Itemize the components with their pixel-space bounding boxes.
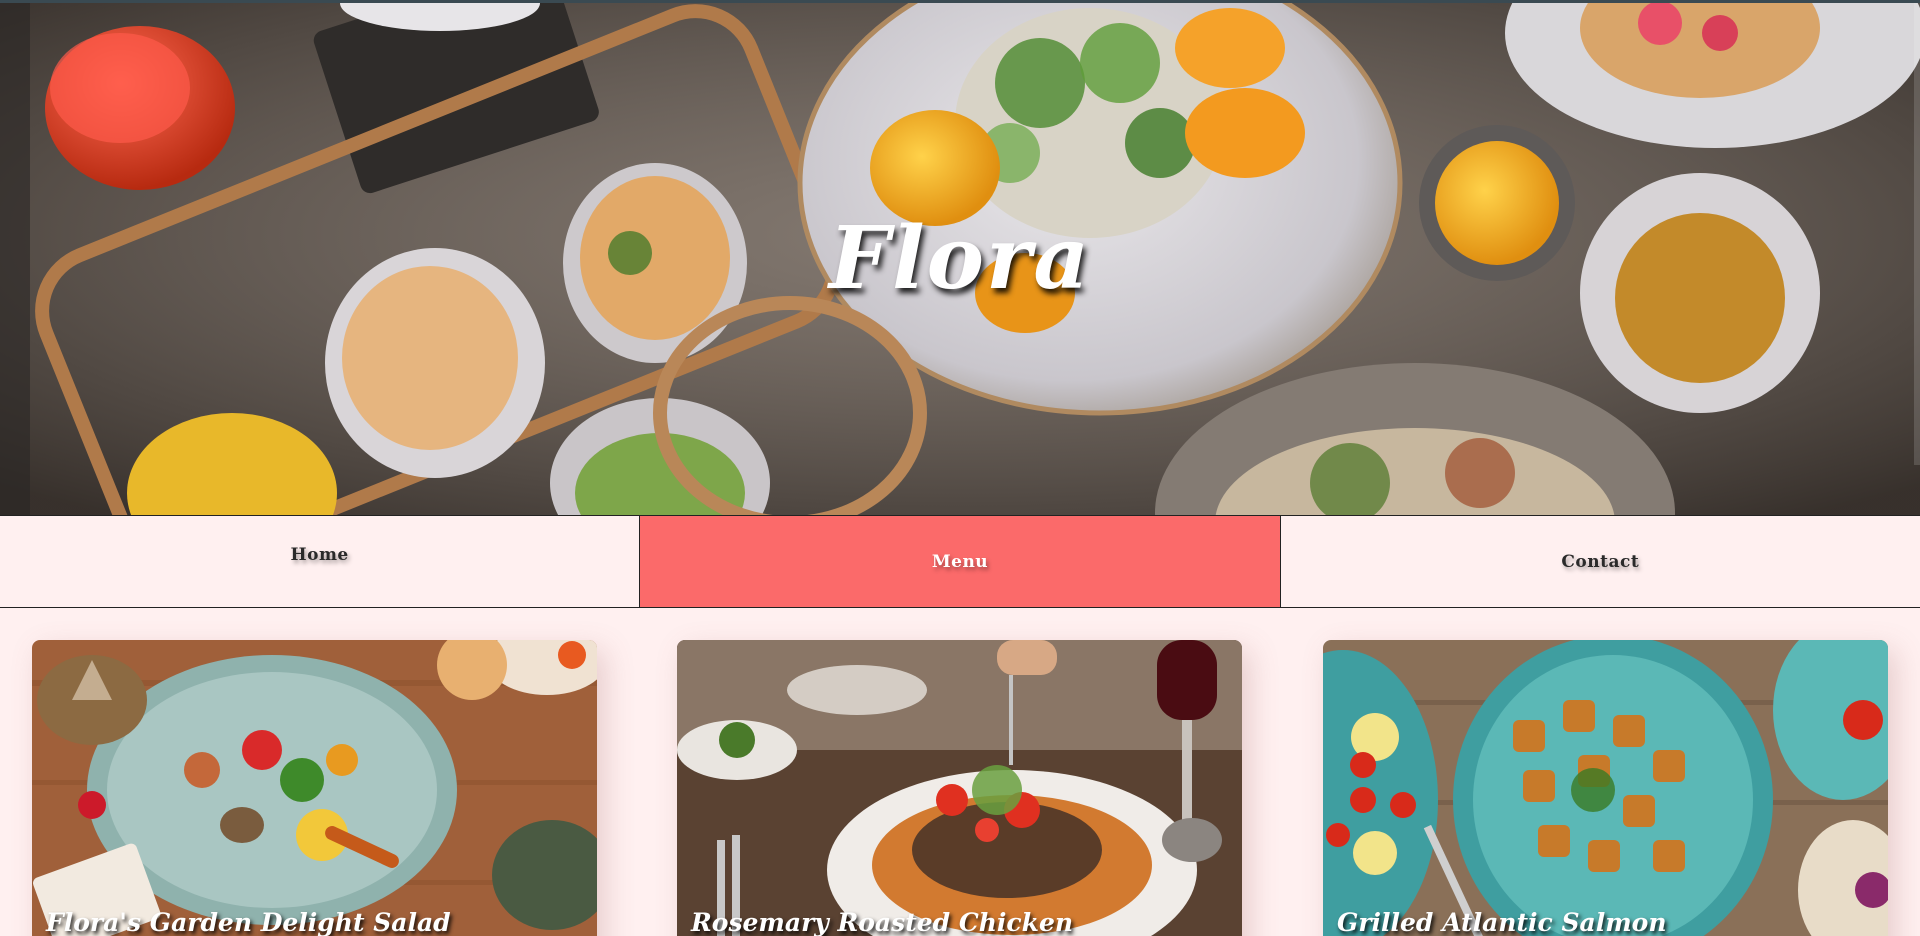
menu-cards: Flora's Garden Delight Salad Rosemary Ro… xyxy=(0,640,1920,936)
card-title: Flora's Garden Delight Salad xyxy=(46,908,451,936)
dish-image xyxy=(32,640,597,936)
dish-image xyxy=(677,640,1242,936)
page: Flora Home Menu Contact Flora's Garden D… xyxy=(0,0,1920,936)
main-nav: Home Menu Contact xyxy=(0,515,1920,608)
nav-item-menu[interactable]: Menu xyxy=(639,516,1280,607)
hero-banner: Flora xyxy=(0,0,1920,515)
menu-card[interactable]: Grilled Atlantic Salmon xyxy=(1323,640,1888,936)
menu-card[interactable]: Flora's Garden Delight Salad xyxy=(32,640,597,936)
dish-image xyxy=(1323,640,1888,936)
card-title: Grilled Atlantic Salmon xyxy=(1337,908,1667,936)
nav-item-contact[interactable]: Contact xyxy=(1279,516,1920,607)
menu-card[interactable]: Rosemary Roasted Chicken xyxy=(677,640,1242,936)
card-title: Rosemary Roasted Chicken xyxy=(691,908,1074,936)
site-title: Flora xyxy=(828,208,1092,309)
nav-item-home[interactable]: Home xyxy=(0,516,639,607)
